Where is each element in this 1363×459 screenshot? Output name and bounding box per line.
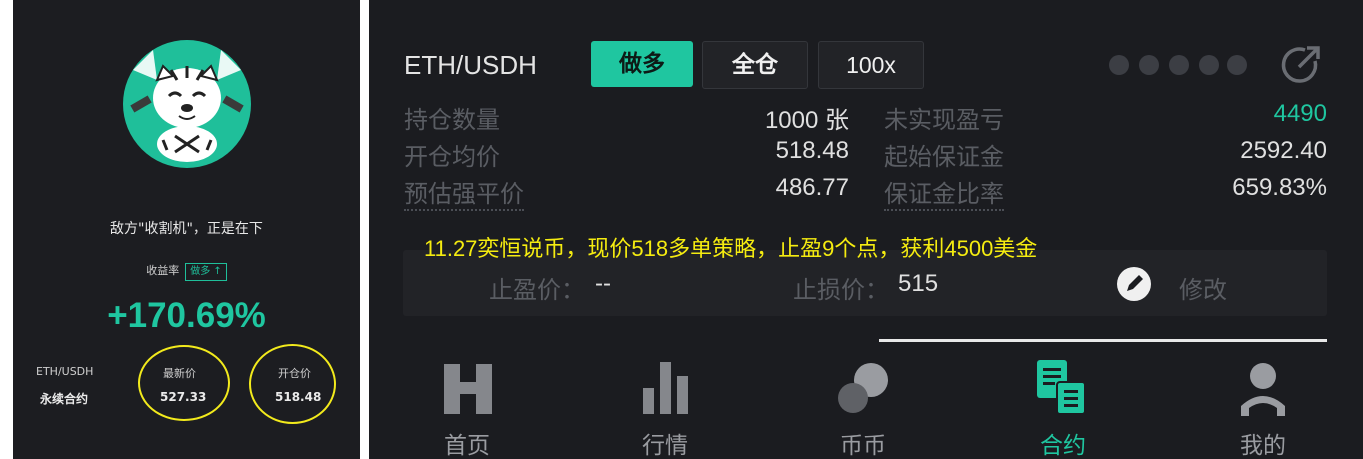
take-profit-value: -- [595,270,611,297]
coins-icon [838,363,888,413]
initial-margin-value: 2592.40 [1240,137,1327,164]
modify-button[interactable]: 修改 [1179,270,1227,305]
position-size-value: 1000 张 [764,107,849,134]
est-liq-price-label[interactable]: 预估强平价 [404,174,524,211]
margin-ratio-value: 659.83% [1232,174,1327,201]
position-size-label: 持仓数量 [404,106,500,134]
avg-open-price-value: 518.48 [775,137,849,164]
blur-dot [1109,55,1129,75]
yield-row: 收益率 做多 ↑ [13,262,360,281]
avg-open-price-label: 开仓均价 [404,143,500,171]
highlight-circle-latest [138,345,230,421]
share-icon[interactable] [1279,43,1323,87]
position-screen: ETH/USDH 做多 全仓 100x 持仓数量 1000 张 未实现盈亏 44… [369,0,1363,459]
user-icon [1241,363,1285,416]
stop-loss-label: 止损价： [793,276,889,304]
margin-mode-tag: 全仓 [702,41,808,89]
bottom-nav: 首页 行情 币币 合约 我的 [369,340,1363,459]
nav-label-market: 行情 [642,433,688,459]
share-headline: 敌方"收割机"，正是在下 [110,221,263,237]
initial-margin-label: 起始保证金 [884,143,1004,171]
nav-label-mine: 我的 [1240,433,1286,459]
card-contract-type: 永续合约 [40,392,89,406]
nav-label-contract: 合约 [1040,433,1086,459]
direction-long-tag: 做多 [591,41,693,87]
nav-label-spot: 币币 [840,433,886,459]
edit-pencil-icon[interactable] [1117,267,1151,301]
annotation-caption: 11.27奕恒说币，现价518多单策略，止盈9个点，获利4500美金 [424,236,1038,261]
blur-dot [1139,55,1159,75]
highlight-circle-open [249,344,336,424]
blur-dot [1199,55,1219,75]
nav-label-home: 首页 [444,433,490,459]
unrealized-pnl-value: 4490 [1273,100,1327,127]
margin-ratio-label[interactable]: 保证金比率 [884,174,1004,211]
unrealized-pnl-label: 未实现盈亏 [884,106,1004,134]
nav-item-spot[interactable]: 币币 [803,340,923,459]
home-h-icon [444,364,492,414]
card-pair: ETH/USDH [36,365,94,378]
take-profit-label: 止盈价： [489,276,585,304]
nav-item-mine[interactable]: 我的 [1203,340,1323,459]
nav-item-contract[interactable]: 合约 [1003,340,1123,459]
stop-loss-value: 515 [898,270,939,297]
contract-doc-icon [1037,360,1086,415]
leverage-tag: 100x [818,41,924,89]
nav-item-market[interactable]: 行情 [605,340,725,459]
yield-value: +170.69% [107,296,266,335]
tiger-mascot-logo [123,40,251,168]
profit-share-card: 敌方"收割机"，正是在下 收益率 做多 ↑ +170.69% ETH/USDH 永… [13,0,360,459]
blur-dot [1227,55,1247,75]
blur-dot [1169,55,1189,75]
bar-chart-icon [643,362,688,414]
yield-label: 收益率 [146,264,180,277]
nav-item-home[interactable]: 首页 [407,340,527,459]
direction-badge: 做多 ↑ [185,263,227,281]
est-liq-price-value: 486.77 [775,174,849,201]
position-pair: ETH/USDH [404,50,537,80]
